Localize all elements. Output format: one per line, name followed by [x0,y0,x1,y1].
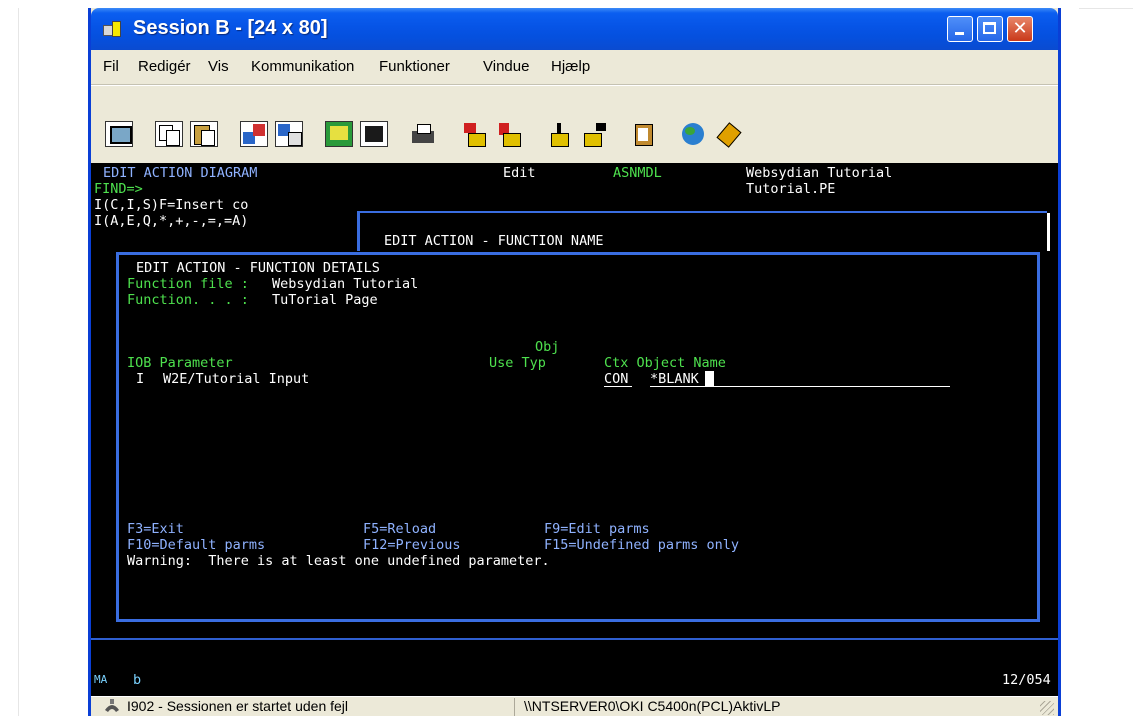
printer-status: \\NTSERVER0\OKI C5400n(PCL)AktivLP [524,698,781,714]
col-ctx-object-header: Ctx Object Name [604,355,726,371]
connection-icon [103,698,121,714]
close-button[interactable]: ✕ [1007,16,1033,42]
text-cursor [705,371,714,386]
fkey-f5[interactable]: F5=Reload [363,521,436,537]
page-edge [1079,8,1133,9]
stop-recording-icon[interactable] [578,119,610,149]
col-iob-parameter-header: IOB Parameter [127,355,233,371]
menu-hjaelp[interactable]: Hjælp [551,58,590,75]
col-use-typ-header: Use Typ [489,355,546,371]
function-name-dialog-title: EDIT ACTION - FUNCTION NAME [384,233,604,249]
session-window: Session B - [24 x 80] ✕ Fil Redigér Vis … [88,8,1061,716]
fkey-f10[interactable]: F10=Default parms [127,537,265,553]
clipboard-icon[interactable] [628,119,660,149]
oia-session: b [133,672,142,688]
row-iob: I [136,371,145,387]
warning-message: Warning: There is at least one undefined… [127,553,550,569]
fkey-f3[interactable]: F3=Exit [127,521,184,537]
status-divider [514,698,515,716]
menu-bar: Fil Redigér Vis Kommunikation Funktioner… [91,50,1058,85]
status-message: I902 - Sessionen er startet uden fejl [127,698,349,714]
function-file-value: Websydian Tutorial [272,276,419,292]
copy-icon[interactable] [153,119,185,149]
maximize-button[interactable] [977,16,1003,42]
ctx-field-underline [604,386,632,387]
screen-context1: Websydian Tutorial [746,165,893,181]
session-app-icon[interactable] [103,21,123,37]
find-prompt: FIND=> [94,181,143,197]
function-name-dialog: EDIT ACTION - FUNCTION NAME [357,211,1050,251]
row-parameter: W2E/Tutorial Input [163,371,310,387]
maximize-icon [983,22,996,34]
screen-mode: Edit [503,165,536,181]
screen-context2: Tutorial.PE [746,181,836,197]
col-obj-header: Obj [535,339,560,355]
status-bar: I902 - Sessionen er startet uden fejl \\… [91,696,1058,716]
resize-grip[interactable] [1040,701,1054,715]
fkey-f9[interactable]: F9=Edit parms [544,521,650,537]
menu-rediger[interactable]: Redigér [138,58,191,75]
close-icon: ✕ [1012,18,1028,39]
help-icon[interactable] [713,119,745,149]
oia-indicator: MA [94,673,108,686]
screen-icon[interactable] [323,119,355,149]
display-icon[interactable] [103,119,135,149]
fkey-f15[interactable]: F15=Undefined parms only [544,537,739,553]
function-value: TuTorial Page [272,292,378,308]
fkey-f12[interactable]: F12=Previous [363,537,461,553]
print-icon[interactable] [408,119,440,149]
menu-funktioner[interactable]: Funktioner [379,58,450,75]
start-recording-icon[interactable] [543,119,575,149]
object-name-field[interactable]: *BLANK [650,371,699,387]
menu-vindue[interactable]: Vindue [483,58,529,75]
menu-kommunikation[interactable]: Kommunikation [251,58,354,75]
function-label: Function. . . : [127,292,249,308]
minimize-icon [955,32,964,35]
minimize-button[interactable] [947,16,973,42]
menu-vis[interactable]: Vis [208,58,229,75]
insert-hint-2: I(A,E,Q,*,+,-,=,=A) [94,213,249,229]
menu-fil[interactable]: Fil [103,58,119,75]
play-macro-icon[interactable] [458,119,490,149]
insert-hint-1: I(C,I,S)F=Insert co [94,197,249,213]
screen-title: EDIT ACTION DIAGRAM [103,165,258,181]
window-title: Session B - [24 x 80] [133,17,328,39]
toolbar [91,85,1058,163]
paste-icon[interactable] [188,119,220,149]
page-edge [18,8,19,716]
details-title: EDIT ACTION - FUNCTION DETAILS [136,260,380,276]
record-icon[interactable] [358,119,390,149]
terminal-screen[interactable]: EDIT ACTION DIAGRAM Edit ASNMDL Websydia… [91,163,1058,696]
send-icon[interactable] [238,119,270,149]
row-ctx[interactable]: CON [604,371,628,387]
object-field-underline [650,386,950,387]
oia-separator [91,638,1058,640]
function-details-dialog: EDIT ACTION - FUNCTION DETAILS Function … [116,252,1040,622]
receive-icon[interactable] [273,119,305,149]
function-file-label: Function file : [127,276,249,292]
stop-macro-icon[interactable] [493,119,525,149]
screen-model: ASNMDL [613,165,662,181]
title-bar[interactable]: Session B - [24 x 80] ✕ [91,8,1058,50]
cursor-position: 12/054 [1002,672,1051,688]
globe-icon[interactable] [678,119,710,149]
